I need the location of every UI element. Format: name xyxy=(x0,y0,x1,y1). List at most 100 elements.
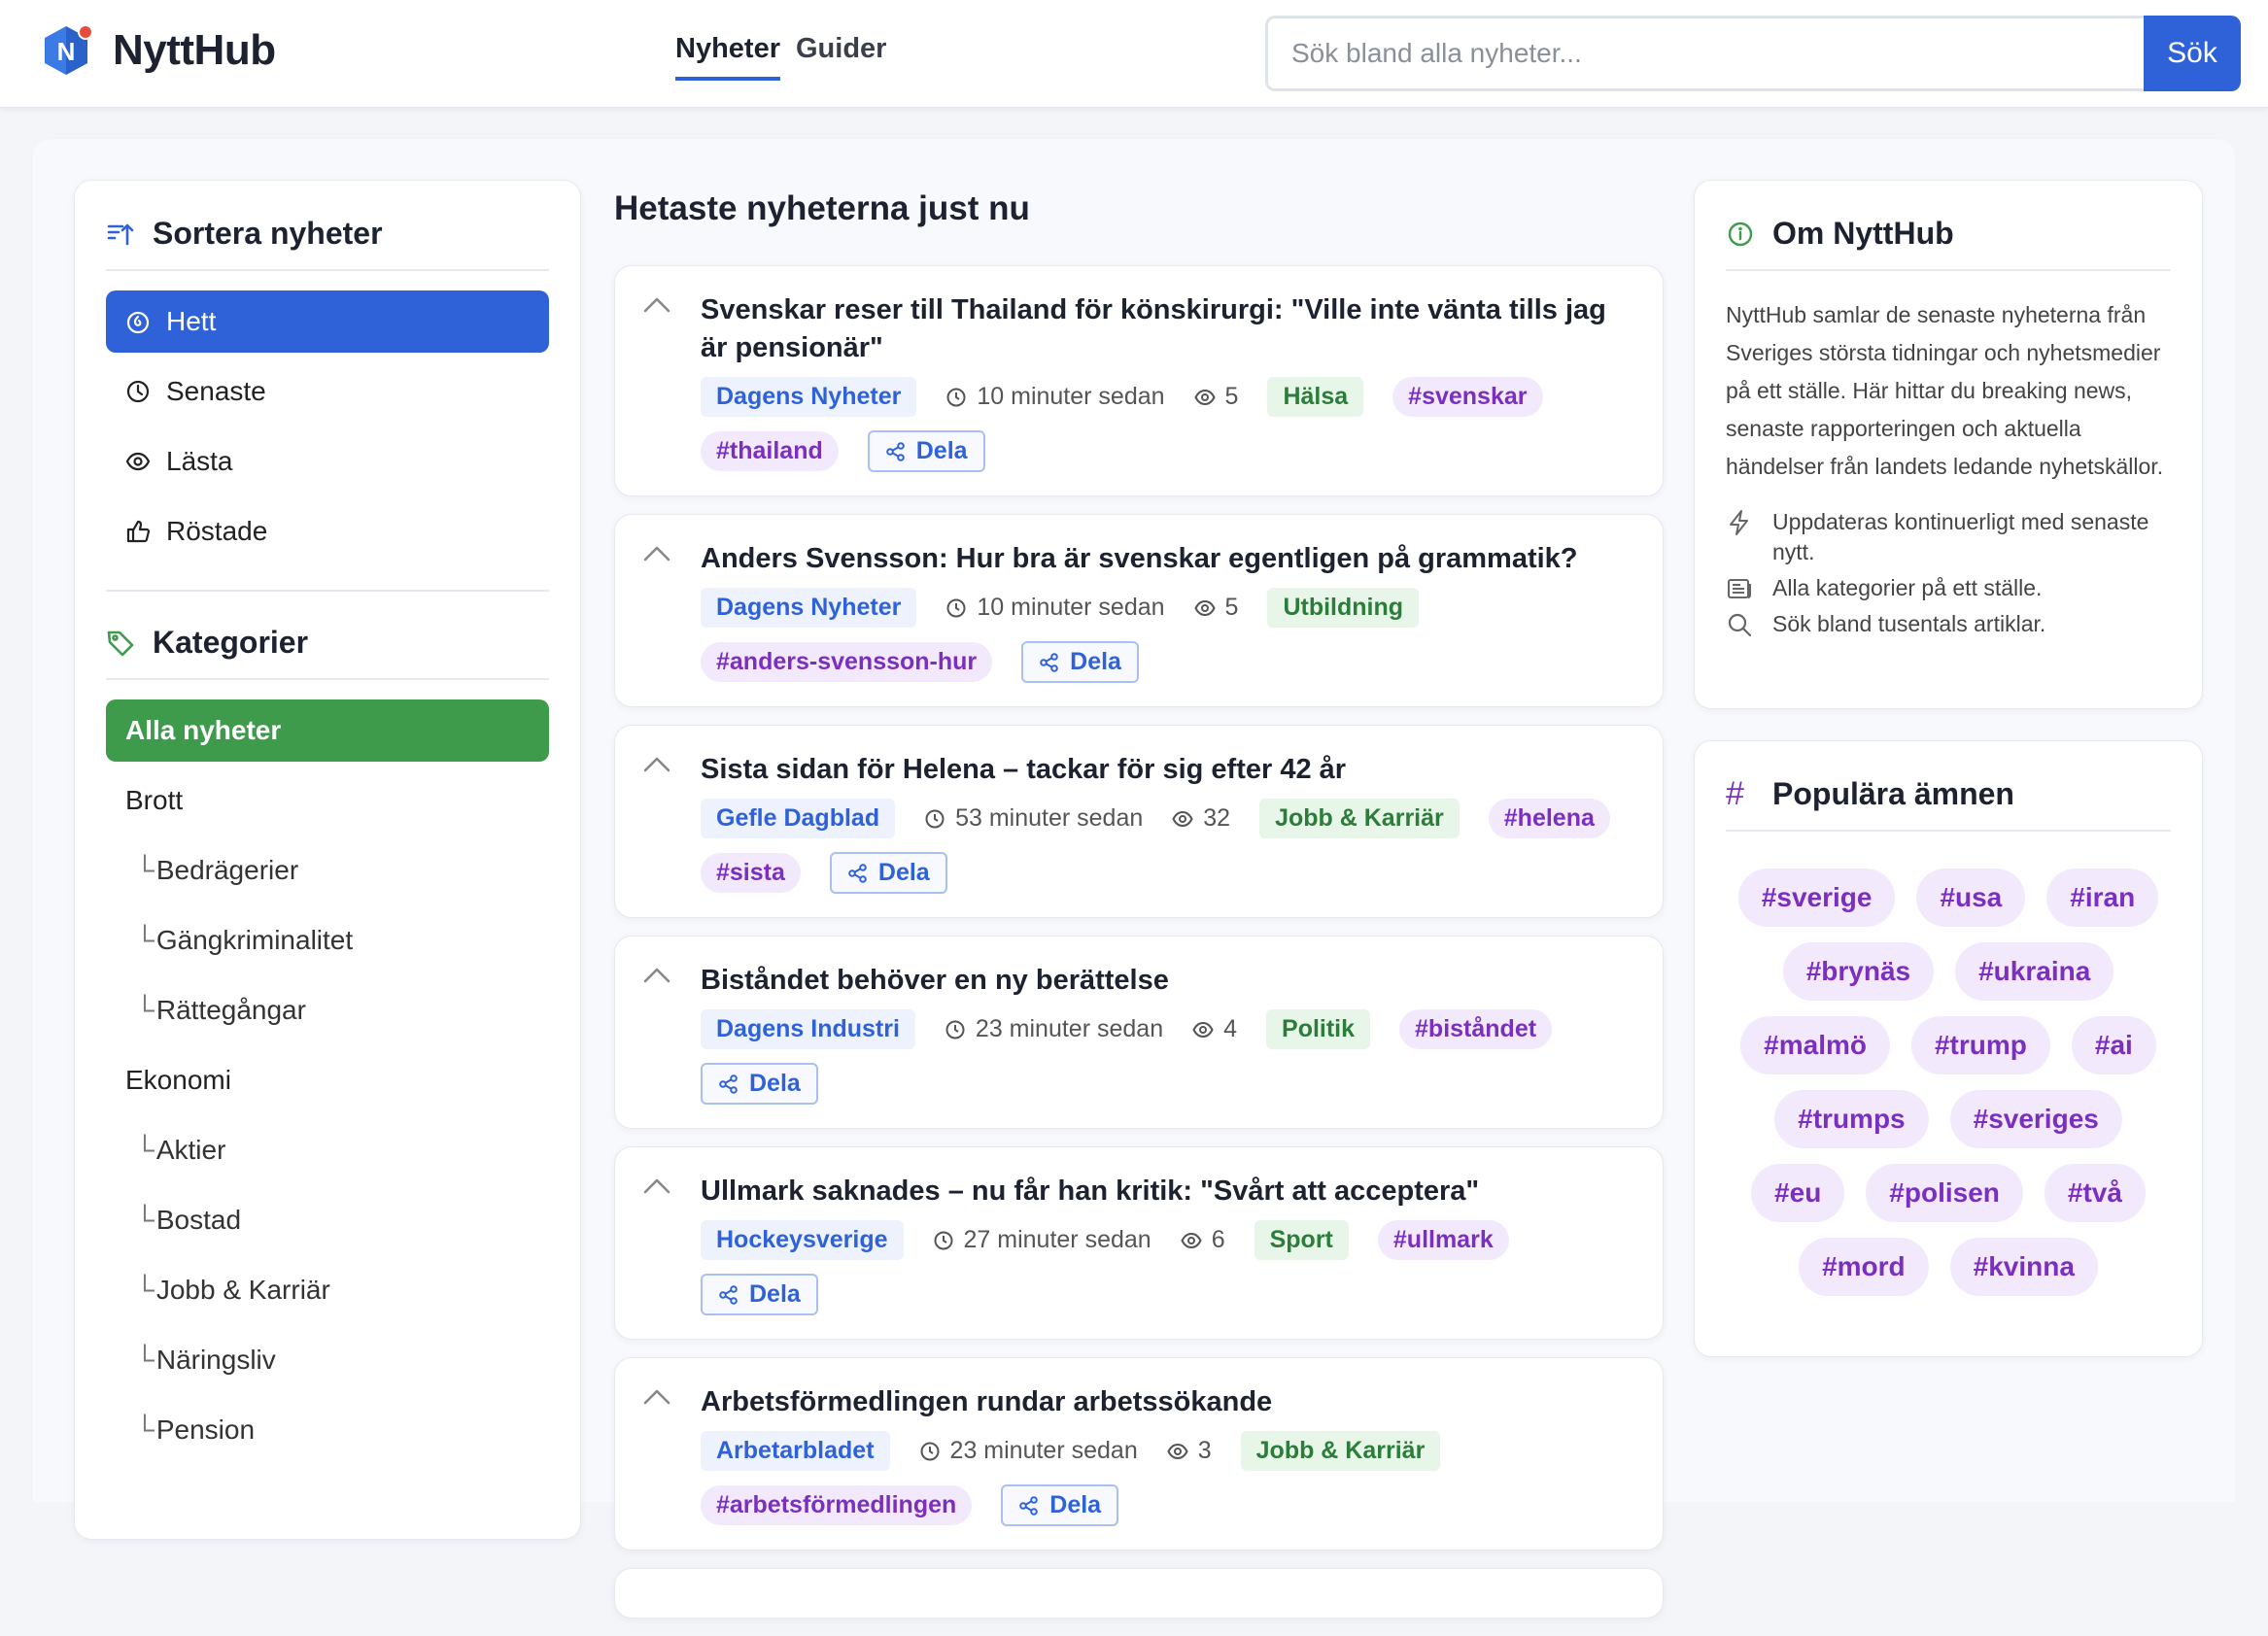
news-title-link[interactable]: Arbetsförmedlingen rundar arbetssökande xyxy=(701,1383,1639,1421)
share-button[interactable]: Dela xyxy=(829,852,947,894)
hashtag[interactable]: #arbetsförmedlingen xyxy=(701,1485,973,1525)
popular-tag[interactable]: #kvinna xyxy=(1949,1238,2098,1296)
sort-title-text: Sortera nyheter xyxy=(153,216,383,251)
category-item-ekonomi[interactable]: Ekonomi xyxy=(106,1049,549,1111)
news-title-link[interactable]: Sista sidan för Helena – tackar för sig … xyxy=(701,751,1639,789)
popular-tag[interactable]: #usa xyxy=(1916,869,2026,927)
category-item-bostad[interactable]: └ Bostad xyxy=(106,1189,549,1251)
source-badge[interactable]: Dagens Nyheter xyxy=(701,377,917,417)
hashtag[interactable]: #svenskar xyxy=(1392,377,1543,417)
category-item-alla-nyheter[interactable]: Alla nyheter xyxy=(106,699,549,762)
popular-tag[interactable]: #mord xyxy=(1799,1238,1929,1296)
hashtag[interactable]: #ullmark xyxy=(1377,1220,1509,1260)
main-content: Sortera nyheter Hett Senaste Lästa Rösta… xyxy=(33,139,2235,1619)
share-icon xyxy=(1018,1495,1040,1517)
views-text: 6 xyxy=(1211,1226,1225,1253)
upvote-chevron-icon[interactable] xyxy=(642,542,671,565)
category-item-pension[interactable]: └ Pension xyxy=(106,1399,549,1461)
news-item: Biståndet behöver en ny berättelse Dagen… xyxy=(614,936,1664,1129)
upvote-chevron-icon[interactable] xyxy=(642,1175,671,1198)
sort-item-senaste[interactable]: Senaste xyxy=(106,360,549,423)
category-badge[interactable]: Politik xyxy=(1266,1009,1371,1049)
upvote-chevron-icon[interactable] xyxy=(642,964,671,987)
category-item-naringsliv[interactable]: └ Näringsliv xyxy=(106,1329,549,1391)
left-sidebar: Sortera nyheter Hett Senaste Lästa Rösta… xyxy=(74,180,581,1540)
share-button[interactable]: Dela xyxy=(1001,1484,1119,1526)
upvote-chevron-icon[interactable] xyxy=(642,753,671,776)
category-badge[interactable]: Jobb & Karriär xyxy=(1240,1431,1441,1471)
view-count: 4 xyxy=(1192,1015,1237,1043)
hashtag[interactable]: #thailand xyxy=(701,431,839,471)
info-icon xyxy=(1726,220,1755,249)
news-title-link[interactable]: Anders Svensson: Hur bra är svenskar ege… xyxy=(701,540,1639,578)
source-badge[interactable]: Dagens Nyheter xyxy=(701,588,917,628)
category-item-gangkriminalitet[interactable]: └ Gängkriminalitet xyxy=(106,909,549,971)
eye-icon xyxy=(1193,387,1216,408)
eye-icon xyxy=(1193,597,1216,619)
sort-item-lasta[interactable]: Lästa xyxy=(106,430,549,493)
category-item-bedragerier[interactable]: └ Bedrägerier xyxy=(106,839,549,902)
popular-tag[interactable]: #trump xyxy=(1910,1016,2050,1074)
categories-section-title: Kategorier xyxy=(106,625,549,680)
sort-item-rostade[interactable]: Röstade xyxy=(106,500,549,562)
sort-item-label: Röstade xyxy=(166,516,268,546)
news-meta: Hockeysverige 27 minuter sedan 6 Sport #… xyxy=(701,1220,1639,1315)
category-badge[interactable]: Jobb & Karriär xyxy=(1259,799,1460,838)
category-item-jobb-karriar[interactable]: └ Jobb & Karriär xyxy=(106,1259,549,1321)
source-badge[interactable]: Dagens Industri xyxy=(701,1009,915,1049)
category-item-brott[interactable]: Brott xyxy=(106,769,549,832)
view-count: 5 xyxy=(1193,594,1238,622)
nav-tab-nyheter[interactable]: Nyheter xyxy=(675,33,780,81)
popular-tag[interactable]: #brynäs xyxy=(1782,942,1935,1001)
popular-tag[interactable]: #ukraina xyxy=(1955,942,2114,1001)
logo[interactable]: N NyttHub xyxy=(39,23,276,78)
news-meta: Dagens Nyheter 10 minuter sedan 5 Hälsa … xyxy=(701,377,1639,472)
category-label: Jobb & Karriär xyxy=(155,1275,330,1305)
hashtag[interactable]: #helena xyxy=(1488,799,1610,838)
timestamp: 10 minuter sedan xyxy=(945,383,1165,411)
hashtag[interactable]: #sista xyxy=(701,853,801,893)
news-title-link[interactable]: Ullmark saknades – nu får han kritik: "S… xyxy=(701,1173,1639,1210)
sort-item-hett[interactable]: Hett xyxy=(106,290,549,353)
popular-tag[interactable]: #två xyxy=(2044,1164,2146,1222)
sort-list: Hett Senaste Lästa Röstade xyxy=(106,290,549,562)
share-button[interactable]: Dela xyxy=(701,1063,818,1105)
news-title-link[interactable]: Biståndet behöver en ny berättelse xyxy=(701,962,1639,1000)
source-badge[interactable]: Arbetarbladet xyxy=(701,1431,890,1471)
popular-tag[interactable]: #ai xyxy=(2071,1016,2156,1074)
lightning-icon xyxy=(1726,509,1753,536)
hashtag[interactable]: #anders-svensson-hur xyxy=(701,642,993,682)
category-badge[interactable]: Hälsa xyxy=(1267,377,1364,417)
feature-item: Sök bland tusentals artiklar. xyxy=(1726,609,2171,639)
share-button[interactable]: Dela xyxy=(1021,641,1139,683)
popular-tag[interactable]: #trumps xyxy=(1774,1090,1929,1148)
share-button[interactable]: Dela xyxy=(701,1274,818,1315)
search-button[interactable]: Sök xyxy=(2144,16,2241,91)
news-meta: Gefle Dagblad 53 minuter sedan 32 Jobb &… xyxy=(701,799,1639,894)
popular-tag[interactable]: #sveriges xyxy=(1949,1090,2122,1148)
popular-tag[interactable]: #sverige xyxy=(1737,869,1896,927)
about-title: Om NyttHub xyxy=(1726,216,2171,271)
search-input[interactable] xyxy=(1265,16,2144,91)
popular-tag[interactable]: #polisen xyxy=(1866,1164,2023,1222)
upvote-chevron-icon[interactable] xyxy=(642,1385,671,1409)
category-badge[interactable]: Utbildning xyxy=(1267,588,1420,628)
popular-tag[interactable]: #malmö xyxy=(1740,1016,1890,1074)
source-badge[interactable]: Hockeysverige xyxy=(701,1220,904,1260)
popular-tag[interactable]: #eu xyxy=(1751,1164,1845,1222)
popular-tag[interactable]: #iran xyxy=(2046,869,2159,927)
tree-branch-glyph: └ xyxy=(135,925,155,955)
category-badge[interactable]: Sport xyxy=(1254,1220,1349,1260)
view-count: 3 xyxy=(1167,1437,1212,1465)
category-item-rattegangar[interactable]: └ Rättegångar xyxy=(106,979,549,1041)
source-badge[interactable]: Gefle Dagblad xyxy=(701,799,896,838)
share-button[interactable]: Dela xyxy=(867,430,985,472)
categories-title-text: Kategorier xyxy=(153,625,309,660)
feature-text: Sök bland tusentals artiklar. xyxy=(1772,611,2046,636)
category-item-aktier[interactable]: └ Aktier xyxy=(106,1119,549,1181)
upvote-chevron-icon[interactable] xyxy=(642,293,671,317)
hashtag[interactable]: #biståndet xyxy=(1399,1009,1553,1049)
news-title-link[interactable]: Svenskar reser till Thailand för könskir… xyxy=(701,291,1639,367)
nav-tab-guider[interactable]: Guider xyxy=(796,33,886,81)
top-header: N NyttHub Nyheter Guider Sök xyxy=(0,0,2268,108)
